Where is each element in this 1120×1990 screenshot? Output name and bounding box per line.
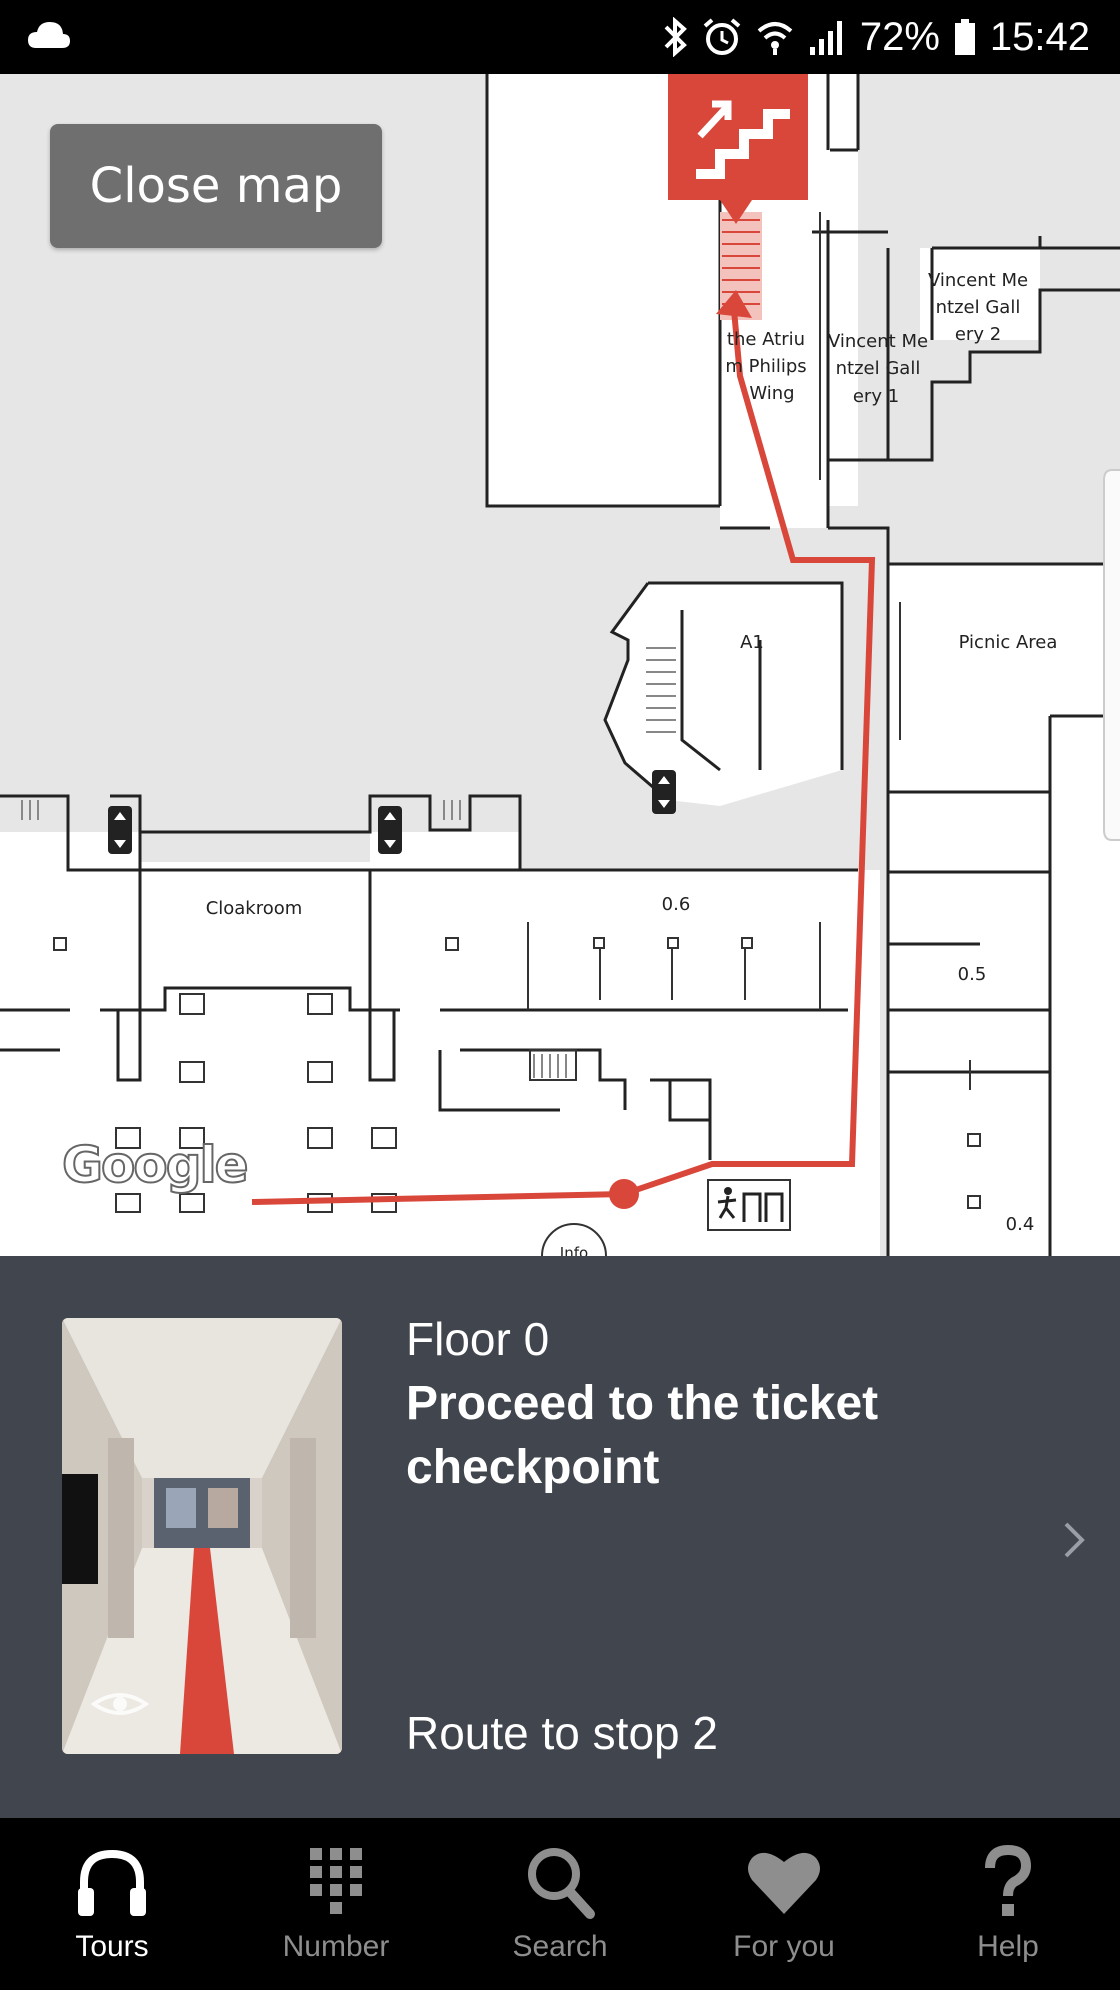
room-label-cloakroom: Cloakroom	[206, 898, 303, 919]
room-label-0-5: 0.5	[958, 964, 987, 985]
room-label-gallery-2: Vincent Me	[928, 270, 1028, 291]
help-icon	[985, 1844, 1032, 1916]
room-label-gallery-2: ery 2	[955, 324, 1001, 345]
nav-tours[interactable]: Tours	[0, 1818, 224, 1990]
nav-for-you-label: For you	[733, 1930, 835, 1963]
keypad-icon	[310, 1848, 362, 1914]
elevator-icon	[108, 770, 676, 854]
google-logo: Google	[61, 1135, 250, 1195]
map-room-fills	[0, 74, 1120, 1256]
room-label-a1: A1	[740, 632, 764, 653]
status-bar: 72% 15:42	[0, 0, 1120, 74]
step-title: Proceed to the ticket checkpoint	[406, 1372, 966, 1500]
nav-search-label: Search	[512, 1930, 608, 1963]
map-edge-handle	[1103, 469, 1120, 841]
step-photo[interactable]	[62, 1318, 342, 1754]
search-icon	[528, 1848, 595, 1919]
room-label-atrium: Wing	[749, 383, 794, 404]
bluetooth-icon	[664, 17, 687, 57]
nav-help-label: Help	[977, 1930, 1039, 1963]
step-title-line-2: checkpoint	[406, 1441, 660, 1494]
room-label-atrium: the Atriu	[727, 329, 805, 350]
room-label-atrium: m Philips	[725, 356, 806, 377]
room-label-0-6: 0.6	[662, 894, 691, 915]
signal-icon	[809, 21, 842, 55]
route-step-panel[interactable]: Floor 0 Proceed to the ticket checkpoint…	[0, 1256, 1120, 1818]
nav-tours-label: Tours	[75, 1930, 149, 1963]
room-label-gallery-2: ntzel Gall	[936, 297, 1021, 318]
headphones-icon	[78, 1849, 146, 1916]
nav-number-label: Number	[282, 1930, 390, 1963]
battery-percent: 72%	[859, 14, 940, 59]
room-label-info: Info	[560, 1244, 588, 1256]
cloud-icon	[28, 22, 70, 48]
route-label: Route to stop 2	[406, 1707, 718, 1759]
alarm-icon	[703, 18, 741, 55]
nav-for-you[interactable]: For you	[672, 1818, 896, 1990]
step-title-line-1: Proceed to the ticket	[406, 1377, 879, 1430]
floor-label: Floor 0	[406, 1313, 550, 1365]
room-label-picnic: Picnic Area	[959, 632, 1058, 653]
room-label-gallery-1: Vincent Me	[828, 331, 928, 352]
nav-help[interactable]: Help	[896, 1818, 1120, 1990]
room-label-gallery-1: ery 1	[853, 386, 899, 407]
floor-plan: the Atriu m Philips Wing Vincent Me ntze…	[0, 74, 1120, 1256]
chevron-right-icon[interactable]	[1062, 1520, 1086, 1560]
floor-map[interactable]: the Atriu m Philips Wing Vincent Me ntze…	[0, 74, 1120, 1256]
bottom-nav: Tours Number Search For you Help	[0, 1818, 1120, 1990]
wifi-icon	[757, 22, 793, 55]
room-label-gallery-1: ntzel Gall	[836, 358, 921, 379]
exit-sign	[707, 1179, 791, 1231]
room-label-0-4: 0.4	[1006, 1214, 1035, 1235]
close-map-button[interactable]: Close map	[50, 124, 382, 248]
heart-icon	[748, 1852, 820, 1914]
battery-icon	[954, 19, 975, 55]
nav-number[interactable]: Number	[224, 1818, 448, 1990]
nav-search[interactable]: Search	[448, 1818, 672, 1990]
clock: 15:42	[989, 14, 1090, 59]
